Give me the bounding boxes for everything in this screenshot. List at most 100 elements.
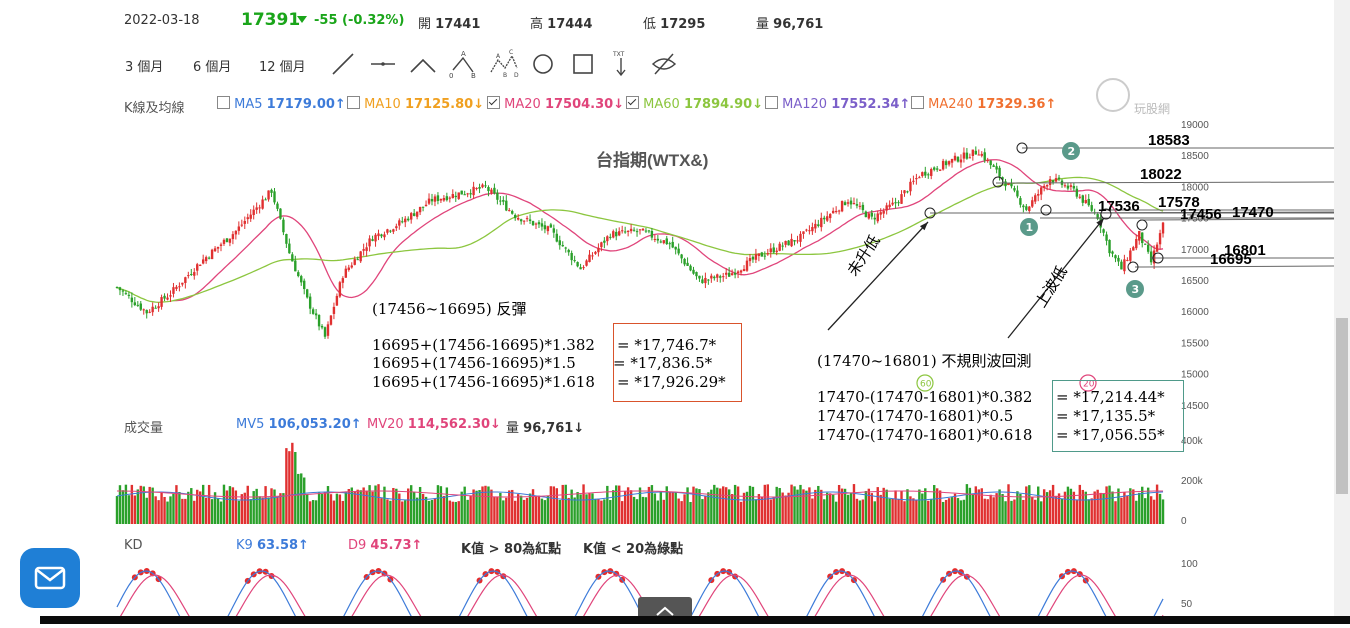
candle-body [1105,234,1108,241]
volume-bar [748,485,752,524]
volume-bar [276,496,279,524]
mail-button[interactable] [20,548,80,608]
candle-body [1048,179,1052,185]
volume-bar [543,500,547,524]
candle-body [674,246,677,250]
candle-body [204,257,208,262]
volume-bar [698,489,701,524]
volume-bar [980,488,983,524]
volume-bar [231,487,235,524]
volume-bar [921,493,924,524]
y-tick-label: 14500 [1181,401,1209,412]
volume-bar [867,488,871,524]
candle-body [962,152,966,159]
kd-value-3: K值 < 20為綠點 [583,538,683,557]
candle-body [1013,188,1016,191]
candle-body [1123,259,1126,272]
candle-body [469,193,472,195]
candle-body [490,189,493,193]
candle-body [199,264,202,266]
candle-body [727,272,731,277]
candle-body [430,199,434,202]
candle-body [267,190,270,200]
volume-bar [950,497,954,524]
volume-bar [300,473,303,524]
candle-body [546,226,550,232]
candle-body [582,267,585,269]
candle-body [802,231,805,234]
volume-bar [974,486,978,524]
candle-body [457,192,460,199]
volume-bar [407,488,410,524]
level-label-17456: 17456 [1180,206,1222,223]
candle-body [487,187,490,192]
volume-bar [353,491,356,524]
kd-value-2: K值 > 80為紅點 [461,538,561,557]
candle-body [855,204,859,206]
candle-body [944,161,948,166]
volume-bar [784,495,787,524]
volume-bar [314,500,318,524]
candle-body [1132,247,1135,251]
candle-body [368,238,371,247]
volume-bar [1135,500,1138,524]
candle-body [398,220,401,226]
candle-body [766,253,769,255]
volume-bar [508,490,511,524]
volume-bar [968,487,972,524]
candle-body [118,287,122,291]
candle-body [707,279,710,281]
candle-body [166,297,169,300]
y-tick-label: 15000 [1181,370,1209,381]
candle-body [1149,251,1153,263]
candle-body [377,233,380,237]
candle-body [1045,185,1049,187]
candle-body [404,218,407,223]
volume-bar [522,499,526,524]
volume-bar [1161,499,1165,524]
volume-bar [656,500,660,524]
volume-bar [127,495,131,524]
candle-body [570,252,573,261]
volume-bar [219,501,223,524]
candle-body [1051,180,1055,183]
kd-panel-title: KD [124,538,143,553]
volume-bar [537,495,541,524]
candle-body [534,223,538,225]
volume-bar [409,485,413,524]
volume-bar [436,485,440,524]
wave-label: 3 [1132,283,1140,296]
volume-bar [935,488,939,524]
volume-bar [736,486,740,524]
volume-bar [546,495,550,524]
scrollbar-thumb[interactable] [1336,318,1348,494]
candle-body [730,273,734,276]
candle-body [246,217,249,220]
volume-bar [1090,498,1093,524]
volume-bar [831,494,835,524]
volume-bar [834,501,838,524]
candle-body [733,272,737,275]
candle-body [178,286,181,288]
candle-body [793,240,796,242]
y-tick-label: 18500 [1181,151,1209,162]
candle-body [392,229,395,232]
candle-body [641,228,645,231]
candle-body [965,152,969,159]
volume-bar [335,493,339,524]
volume-bar [190,488,193,524]
volume-bar [730,494,734,524]
candle-body [1084,199,1087,204]
volume-bar [1001,493,1004,524]
scrollbar-track[interactable] [1334,0,1350,624]
volume-bar [879,494,882,524]
volume-bar [716,487,719,524]
candle-body [1054,178,1058,182]
volume-bar [463,486,466,524]
candle-body [1143,243,1147,245]
candle-body [371,239,374,241]
candle-body [445,196,449,201]
candle-body [814,223,817,229]
volume-bar [267,497,270,524]
volume-bar [1105,486,1108,524]
